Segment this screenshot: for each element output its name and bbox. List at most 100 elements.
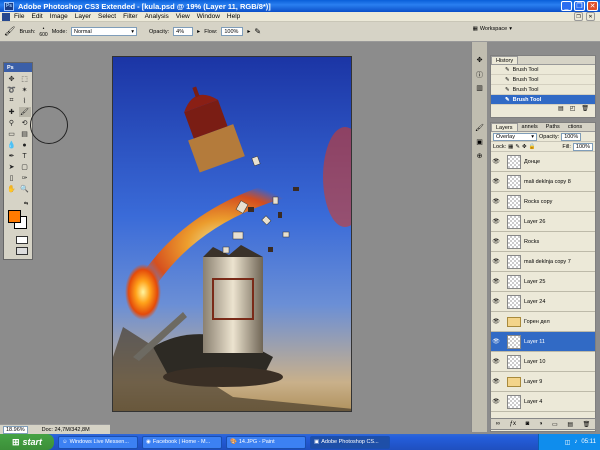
tab-history[interactable]: History [491,56,519,64]
task-messenger[interactable]: ☺ Windows Live Messen... [58,435,138,449]
layer-row[interactable]: 👁 Донце [491,152,595,172]
doc-close-button[interactable]: ✕ [586,12,595,21]
lock-image-icon[interactable]: ✎ [515,144,520,150]
visibility-eye-icon[interactable]: 👁 [491,398,501,405]
visibility-eye-icon[interactable]: 👁 [491,378,501,385]
clone-source-icon[interactable]: ⊕ [472,152,487,162]
visibility-eye-icon[interactable]: 👁 [491,158,501,165]
layer-row[interactable]: 👁 Layer 26 [491,212,595,232]
adjustment-layer-icon[interactable]: ◑ [539,421,543,427]
screen-mode-icon[interactable] [16,247,28,255]
menu-filter[interactable]: Filter [123,13,137,20]
type-tool-icon[interactable]: T [19,151,31,161]
network-icon[interactable]: ◫ [565,439,571,446]
menu-select[interactable]: Select [98,13,116,20]
brushes-icon[interactable]: 🖌 [472,124,487,134]
blend-mode-select[interactable]: Overlay ▾ [493,132,537,141]
move-tool-icon[interactable]: ✥ [6,74,18,84]
snapshot-icon[interactable]: ◰ [570,105,576,114]
visibility-eye-icon[interactable]: 👁 [491,318,501,325]
eyedropper-tool-icon[interactable]: ⌇ [19,96,31,106]
layer-row[interactable]: 👁 Layer 24 [491,292,595,312]
visibility-eye-icon[interactable]: 👁 [491,338,501,345]
visibility-eye-icon[interactable]: 👁 [491,258,501,265]
opacity-input[interactable]: 4% [173,27,194,36]
lock-transparency-icon[interactable]: ▦ [508,144,513,150]
history-state-selected[interactable]: ✎ Brush Tool [491,95,595,105]
layer-row[interactable]: 👁 Layer 4 [491,392,595,412]
path-selection-tool-icon[interactable]: ➤ [6,162,18,172]
close-button[interactable]: ✕ [587,1,598,11]
brush-tool-icon[interactable]: 🖌 [4,26,15,37]
link-layers-icon[interactable]: ∞ [496,421,500,427]
menu-analysis[interactable]: Analysis [145,13,169,20]
add-mask-icon[interactable]: ◙ [526,421,530,427]
clone-stamp-tool-icon[interactable]: ⚲ [6,118,18,128]
document-icon[interactable] [2,12,10,21]
crop-tool-icon[interactable]: ⌗ [6,96,18,106]
history-state[interactable]: ✎ Brush Tool [491,65,595,75]
notes-tool-icon[interactable]: ▯ [6,173,18,183]
layer-row[interactable]: 👁 mali deklnja copy 7 [491,252,595,272]
workspace-switcher[interactable]: ▦ Workspace ▾ [473,26,512,32]
layer-row[interactable]: 👁 Rocks [491,232,595,252]
airbrush-icon[interactable]: ✎ [254,27,261,36]
histogram-icon[interactable]: ▥ [472,84,487,94]
visibility-eye-icon[interactable]: 👁 [491,298,501,305]
brush-tool-icon[interactable]: 🖌 [18,107,31,117]
menu-edit[interactable]: Edit [31,13,42,20]
layer-row[interactable]: 👁 Layer 10 [491,352,595,372]
layer-style-icon[interactable]: ƒx [510,421,516,427]
tool-presets-icon[interactable]: ▣ [472,138,487,148]
pen-tool-icon[interactable]: ✒ [6,151,18,161]
history-state[interactable]: ✎ Brush Tool [491,85,595,95]
marquee-tool-icon[interactable]: ⬚ [19,74,31,84]
visibility-eye-icon[interactable]: 👁 [491,358,501,365]
opacity-slider-arrow-icon[interactable]: ▸ [197,28,200,35]
visibility-eye-icon[interactable]: 👁 [491,238,501,245]
trash-icon[interactable]: 🗑 [583,421,591,428]
flow-slider-arrow-icon[interactable]: ▸ [247,28,250,35]
lock-position-icon[interactable]: ✥ [522,144,527,150]
history-state[interactable]: ✎ Brush Tool [491,75,595,85]
visibility-eye-icon[interactable]: 👁 [491,218,501,225]
tab-channels[interactable]: annels [518,123,542,131]
task-facebook[interactable]: ◉ Facebook | Home - M... [142,435,222,449]
brush-preset-picker[interactable]: • 600 [39,26,47,38]
layer-row[interactable]: 👁 Rocks copy [491,192,595,212]
tab-actions[interactable]: ctions [564,123,586,131]
info-icon[interactable]: ⓘ [472,70,487,80]
healing-brush-tool-icon[interactable]: ✚ [6,107,18,117]
zoom-tool-icon[interactable]: 🔍 [19,184,31,194]
quick-mask-icon[interactable] [16,236,28,244]
fill-input[interactable]: 100% [572,142,593,151]
new-group-icon[interactable]: ▭ [552,421,558,428]
zoom-field[interactable]: 18.96% [3,425,28,434]
restore-button[interactable]: ❐ [574,1,585,11]
new-layer-icon[interactable]: ▤ [567,421,573,428]
visibility-eye-icon[interactable]: 👁 [491,178,501,185]
visibility-eye-icon[interactable]: 👁 [491,198,501,205]
task-photoshop[interactable]: ▣ Adobe Photoshop CS... [310,435,390,449]
eyedropper-sample-tool-icon[interactable]: ✑ [19,173,31,183]
menu-help[interactable]: Help [227,13,240,20]
task-paint[interactable]: 🎨 14.JPG - Paint [226,435,306,449]
clock[interactable]: 05:11 [581,439,596,445]
new-document-icon[interactable]: ▤ [558,105,564,114]
trash-icon[interactable]: 🗑 [581,105,589,114]
eraser-tool-icon[interactable]: ▭ [6,129,18,139]
mode-select[interactable]: Normal ▾ [70,27,137,36]
layer-row[interactable]: 👁 Layer 9 [491,372,595,392]
menu-layer[interactable]: Layer [75,13,91,20]
lasso-tool-icon[interactable]: ➰ [6,85,18,95]
layer-row[interactable]: 👁 Горен дел [491,312,595,332]
shape-tool-icon[interactable]: ▢ [19,162,31,172]
magic-wand-tool-icon[interactable]: ✶ [19,85,31,95]
foreground-color-swatch[interactable] [8,210,21,223]
visibility-eye-icon[interactable]: 👁 [491,278,501,285]
document-canvas[interactable] [112,56,352,412]
swap-colors-icon[interactable]: ⇆ [24,201,28,207]
layer-row[interactable]: 👁 mali deklnja copy 8 [491,172,595,192]
blur-tool-icon[interactable]: 💧 [6,140,18,150]
menu-image[interactable]: Image [50,13,68,20]
